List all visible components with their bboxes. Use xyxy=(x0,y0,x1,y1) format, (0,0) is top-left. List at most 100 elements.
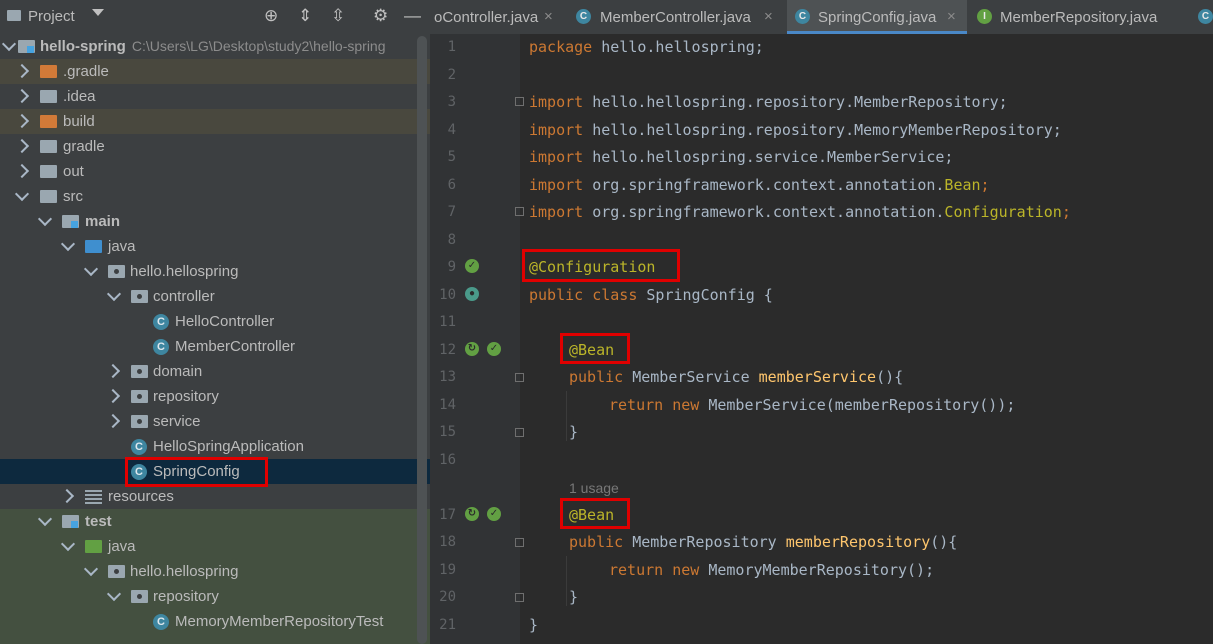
tree-item-label: java xyxy=(108,538,136,555)
gear-icon[interactable]: ⚙ xyxy=(373,6,388,26)
line-number: 13 xyxy=(439,369,456,385)
tree-item-hellospringapplication[interactable]: C HelloSpringApplication xyxy=(0,434,430,459)
code-line-13[interactable]: public MemberService memberService(){ xyxy=(569,368,903,386)
tree-item-src[interactable]: src xyxy=(0,184,430,209)
fold-marker-icon[interactable] xyxy=(515,538,524,547)
line-number: 2 xyxy=(447,67,456,83)
tree-item-test-repository[interactable]: repository xyxy=(0,584,430,609)
fold-marker-icon[interactable] xyxy=(515,373,524,382)
usage-hint[interactable]: 1 usage xyxy=(569,480,619,496)
chevron-down-icon[interactable] xyxy=(92,9,104,16)
class-icon: C xyxy=(576,9,591,24)
code-line-3[interactable]: import hello.hellospring.repository.Memb… xyxy=(529,93,1008,111)
code-line-10[interactable]: public class SpringConfig { xyxy=(529,286,773,304)
spring-config-gutter-icon[interactable]: ● xyxy=(465,287,479,301)
code-line-1[interactable]: package hello.hellospring; xyxy=(529,38,764,56)
code-line-6[interactable]: import org.springframework.context.annot… xyxy=(529,176,990,194)
close-icon[interactable]: × xyxy=(764,8,773,25)
spring-bean-gutter-icon[interactable]: ✓ xyxy=(465,259,479,273)
close-icon[interactable]: × xyxy=(544,8,553,25)
tree-item-java[interactable]: java xyxy=(0,234,430,259)
tree-item-package[interactable]: hello.hellospring xyxy=(0,259,430,284)
tab-overflow[interactable]: C xyxy=(1198,0,1213,34)
code-line-4[interactable]: import hello.hellospring.repository.Memo… xyxy=(529,121,1062,139)
fold-marker-icon[interactable] xyxy=(515,428,524,437)
indent-guide xyxy=(566,556,567,606)
tree-item-label: java xyxy=(108,238,136,255)
class-icon: C xyxy=(153,339,169,355)
locate-icon[interactable]: ⊕ xyxy=(264,6,278,26)
code-line-9[interactable]: @Configuration xyxy=(529,258,655,276)
code-line-12[interactable]: @Bean xyxy=(569,341,614,359)
code-line-21[interactable]: } xyxy=(529,616,538,634)
tree-item-label: controller xyxy=(153,288,215,305)
tree-item-test[interactable]: test xyxy=(0,509,430,534)
close-icon[interactable]: × xyxy=(947,8,956,25)
expand-all-icon[interactable]: ⇕ xyxy=(298,6,312,26)
spring-bean-gutter-icon[interactable]: ✓ xyxy=(487,342,501,356)
tree-item-label: repository xyxy=(153,588,219,605)
tree-item-main[interactable]: main xyxy=(0,209,430,234)
tree-item-memorymemberrepositorytest[interactable]: C MemoryMemberRepositoryTest xyxy=(0,609,430,634)
tab-label: MemberRepository.java xyxy=(1000,9,1158,26)
code-line-7[interactable]: import org.springframework.context.annot… xyxy=(529,203,1071,221)
tree-item-label: gradle xyxy=(63,138,105,155)
tree-item-idea[interactable]: .idea xyxy=(0,84,430,109)
fold-marker-icon[interactable] xyxy=(515,207,524,216)
tree-item-label: hello.hellospring xyxy=(130,563,239,580)
line-number: 16 xyxy=(439,452,456,468)
line-number: 14 xyxy=(439,397,456,413)
indent-guide xyxy=(566,391,567,441)
code-line-5[interactable]: import hello.hellospring.service.MemberS… xyxy=(529,148,953,166)
tree-item-resources[interactable]: resources xyxy=(0,484,430,509)
tree-item-hellocontroller[interactable]: C HelloController xyxy=(0,309,430,334)
tree-item-springconfig[interactable]: C SpringConfig xyxy=(0,459,430,484)
code-editor[interactable]: 1 2 3 4 5 6 7 8 9 10 11 12 13 14 15 16 1… xyxy=(430,34,1213,644)
code-line-17[interactable]: @Bean xyxy=(569,506,614,524)
tree-item-label: hello-spring xyxy=(40,38,126,55)
tree-item-repository[interactable]: repository xyxy=(0,384,430,409)
tree-item-service[interactable]: service xyxy=(0,409,430,434)
tab-label: MemberController.java xyxy=(600,9,751,26)
tree-item-out[interactable]: out xyxy=(0,159,430,184)
fold-marker-icon[interactable] xyxy=(515,97,524,106)
tree-item-controller[interactable]: controller xyxy=(0,284,430,309)
line-number: 18 xyxy=(439,534,456,550)
line-number: 21 xyxy=(439,617,456,633)
code-line-19[interactable]: return new MemoryMemberRepository(); xyxy=(609,561,934,579)
line-number: 5 xyxy=(447,149,456,165)
tree-item-domain[interactable]: domain xyxy=(0,359,430,384)
line-number: 8 xyxy=(447,232,456,248)
tree-item-test-package[interactable]: hello.hellospring xyxy=(0,559,430,584)
tree-item-gradle-cache[interactable]: .gradle xyxy=(0,59,430,84)
tree-item-hello-spring[interactable]: hello-spring C:\Users\LG\Desktop\study2\h… xyxy=(0,34,430,59)
minimize-icon[interactable]: — xyxy=(404,6,421,26)
tree-item-label: test xyxy=(85,513,112,530)
tree-item-label: build xyxy=(63,113,95,130)
code-line-14[interactable]: return new MemberService(memberRepositor… xyxy=(609,396,1015,414)
editor-tab-bar: oController.java × C MemberController.ja… xyxy=(430,0,1213,35)
tab-springconfig[interactable]: C SpringConfig.java × xyxy=(787,0,967,34)
tree-item-gradle[interactable]: gradle xyxy=(0,134,430,159)
tree-item-membercontroller[interactable]: C MemberController xyxy=(0,334,430,359)
tree-item-test-java[interactable]: java xyxy=(0,534,430,559)
tree-item-label: HelloController xyxy=(175,313,275,330)
class-icon: C xyxy=(1198,9,1213,24)
class-icon: C xyxy=(131,464,147,480)
code-line-20[interactable]: } xyxy=(569,588,578,606)
project-panel: Project ⊕ ⇕ ⇳ ⚙ — hello-spring C:\Users\L… xyxy=(0,0,430,644)
spring-bean-gutter-icon[interactable]: ✓ xyxy=(487,507,501,521)
tab-hellocontroller[interactable]: oController.java × xyxy=(430,0,568,34)
line-number: 4 xyxy=(447,122,456,138)
project-panel-title[interactable]: Project xyxy=(28,8,75,25)
collapse-all-icon[interactable]: ⇳ xyxy=(331,6,345,26)
code-line-18[interactable]: public MemberRepository memberRepository… xyxy=(569,533,957,551)
tab-membercontroller[interactable]: C MemberController.java × xyxy=(576,0,786,34)
tree-item-build[interactable]: build xyxy=(0,109,430,134)
bean-navigate-gutter-icon[interactable]: ↻ xyxy=(465,507,479,521)
bean-navigate-gutter-icon[interactable]: ↻ xyxy=(465,342,479,356)
tab-memberrepository[interactable]: I MemberRepository.java xyxy=(975,0,1185,34)
project-scrollbar[interactable] xyxy=(417,36,427,644)
code-line-15[interactable]: } xyxy=(569,423,578,441)
fold-marker-icon[interactable] xyxy=(515,593,524,602)
